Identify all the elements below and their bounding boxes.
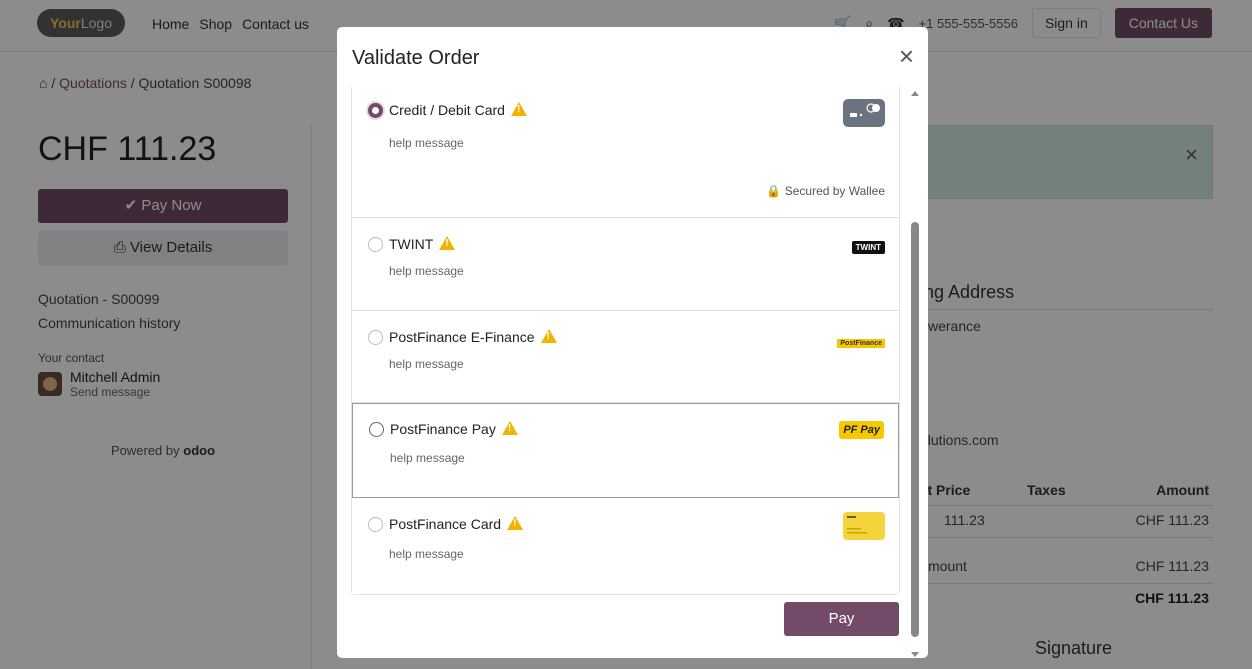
warning-icon	[540, 329, 557, 343]
payment-method-postfinance-pay[interactable]: PostFinance Pay help message PF Pay	[352, 403, 899, 498]
help-message: help message	[389, 136, 464, 150]
scroll-up-icon[interactable]	[911, 91, 919, 96]
postfinance-logo-text: PostFinance	[837, 339, 885, 348]
pfpay-logo: PF Pay	[839, 420, 884, 439]
twint-radio[interactable]	[368, 237, 383, 252]
postfinance-logo: PostFinance	[837, 332, 885, 348]
pay-button[interactable]: Pay	[784, 602, 899, 636]
secured-by-wallee: 🔒 Secured by Wallee	[766, 184, 885, 198]
credit-card-radio[interactable]	[368, 103, 383, 118]
postfinance-card-icon	[843, 512, 885, 543]
warning-icon	[501, 421, 518, 435]
payment-method-name: PostFinance Card	[389, 516, 524, 532]
modal-title: Validate Order	[352, 47, 480, 69]
payment-method-name: TWINT	[389, 236, 456, 252]
payment-method-postfinance-card[interactable]: PostFinance Card help message	[352, 498, 899, 594]
secured-by-text: Secured by Wallee	[784, 184, 885, 198]
validate-order-modal: Validate Order × Credit / Debit Card hel…	[337, 27, 928, 658]
payment-method-label: PostFinance Card	[389, 516, 502, 532]
lock-icon: 🔒	[766, 184, 782, 198]
payment-method-postfinance-efinance[interactable]: PostFinance E-Finance help message PostF…	[352, 311, 899, 403]
warning-icon	[507, 516, 524, 530]
scroll-thumb[interactable]	[911, 222, 919, 637]
pfpay-logo-text: PF Pay	[839, 421, 884, 439]
close-icon[interactable]: ×	[899, 43, 914, 69]
postfinance-card-radio[interactable]	[368, 517, 383, 532]
payment-method-label: TWINT	[389, 236, 434, 252]
twint-logo: TWINT	[851, 237, 885, 254]
scroll-down-icon[interactable]	[911, 652, 919, 657]
twint-logo-text: TWINT	[851, 241, 885, 254]
postfinance-efinance-radio[interactable]	[368, 330, 383, 345]
card-icon	[843, 99, 885, 130]
help-message: help message	[389, 547, 464, 561]
payment-method-label: PostFinance E-Finance	[389, 329, 535, 345]
help-message: help message	[390, 451, 465, 465]
help-message: help message	[389, 357, 464, 371]
warning-icon	[439, 236, 456, 250]
payment-method-label: Credit / Debit Card	[389, 102, 505, 118]
modal-scrollbar[interactable]	[910, 87, 920, 657]
payment-method-credit-card[interactable]: Credit / Debit Card help message 🔒 Secur…	[352, 87, 899, 218]
modal-body: Credit / Debit Card help message 🔒 Secur…	[351, 87, 900, 595]
payment-method-name: Credit / Debit Card	[389, 102, 527, 118]
warning-icon	[510, 102, 527, 116]
payment-method-label: PostFinance Pay	[390, 421, 496, 437]
payment-method-twint[interactable]: TWINT help message TWINT	[352, 218, 899, 311]
help-message: help message	[389, 264, 464, 278]
postfinance-pay-radio[interactable]	[369, 422, 384, 437]
payment-method-list: Credit / Debit Card help message 🔒 Secur…	[351, 87, 900, 595]
payment-method-name: PostFinance Pay	[390, 421, 518, 437]
payment-method-name: PostFinance E-Finance	[389, 329, 557, 345]
